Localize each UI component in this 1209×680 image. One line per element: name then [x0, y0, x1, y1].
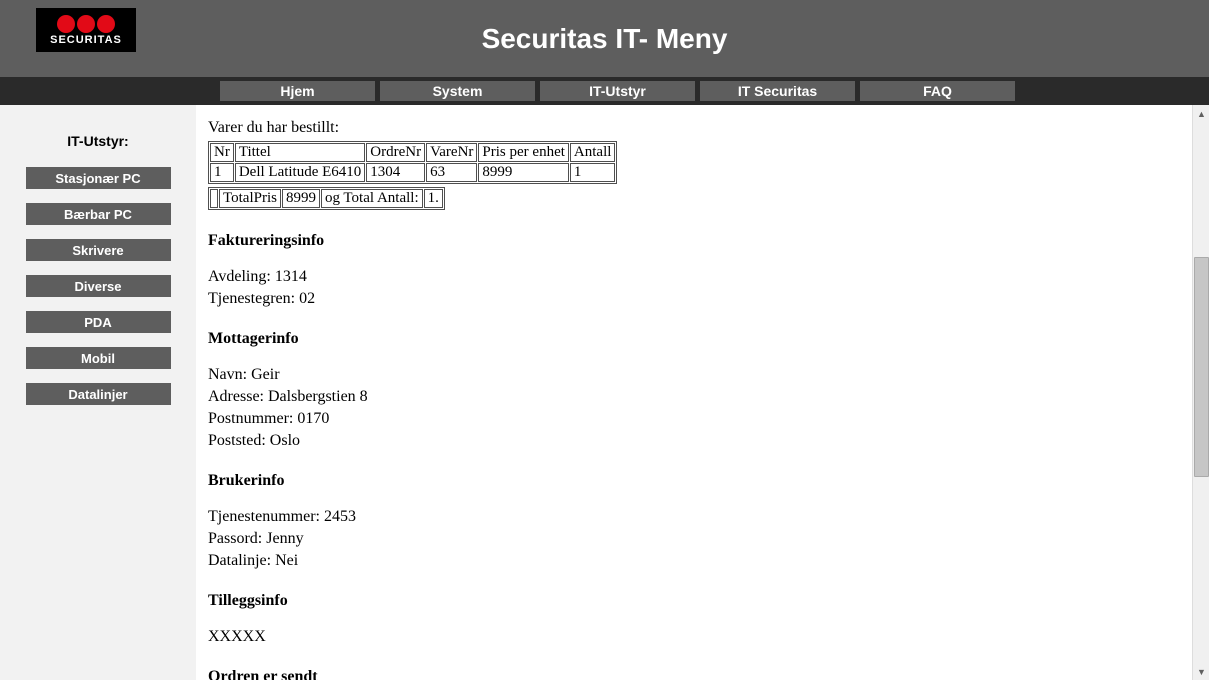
brukerinfo-heading: Brukerinfo — [208, 472, 1177, 490]
adresse-value: Dalsbergstien 8 — [268, 388, 368, 405]
th-tittel: Tittel — [235, 143, 365, 162]
th-varenr: VareNr — [426, 143, 477, 162]
table-row: 1 Dell Latitude E6410 1304 63 8999 1 — [210, 163, 615, 182]
td-totalpris-value: 8999 — [282, 189, 320, 208]
th-nr: Nr — [210, 143, 234, 162]
sidebar: IT-Utstyr: Stasjonær PC Bærbar PC Skrive… — [0, 105, 196, 680]
th-pris: Pris per enhet — [478, 143, 568, 162]
totals-table: TotalPris 8999 og Total Antall: 1. — [208, 187, 445, 210]
main-nav: Hjem System IT-Utstyr IT Securitas FAQ — [0, 77, 1209, 105]
postnummer-line: Postnummer: 0170 — [208, 410, 1177, 428]
nav-faq[interactable]: FAQ — [860, 81, 1015, 101]
td-blank — [210, 189, 218, 208]
logo-dots-icon — [57, 15, 115, 33]
tjenestenummer-line: Tjenestenummer: 2453 — [208, 508, 1177, 526]
nav-system[interactable]: System — [380, 81, 535, 101]
nav-it-securitas[interactable]: IT Securitas — [700, 81, 855, 101]
th-ordrenr: OrdreNr — [366, 143, 425, 162]
scroll-down-arrow-icon[interactable]: ▼ — [1193, 663, 1209, 680]
content-area: IT-Utstyr: Stasjonær PC Bærbar PC Skrive… — [0, 105, 1209, 680]
datalinje-label: Datalinje: — [208, 552, 271, 569]
sidebar-item-mobil[interactable]: Mobil — [26, 347, 171, 369]
poststed-line: Poststed: Oslo — [208, 432, 1177, 450]
datalinje-value: Nei — [275, 552, 298, 569]
table-header-row: Nr Tittel OrdreNr VareNr Pris per enhet … — [210, 143, 615, 162]
tjenestegren-value: 02 — [299, 290, 315, 307]
passord-line: Passord: Jenny — [208, 530, 1177, 548]
sidebar-title: IT-Utstyr: — [0, 133, 196, 149]
sidebar-item-baerbar-pc[interactable]: Bærbar PC — [26, 203, 171, 225]
mottagerinfo-heading: Mottagerinfo — [208, 330, 1177, 348]
tjenestenummer-value: 2453 — [324, 508, 356, 525]
logo-text: SECURITAS — [50, 34, 122, 46]
postnummer-label: Postnummer: — [208, 410, 293, 427]
app-title: Securitas IT- Meny — [0, 23, 1209, 55]
vertical-scrollbar[interactable]: ▲ ▼ — [1192, 105, 1209, 680]
sidebar-item-datalinjer[interactable]: Datalinjer — [26, 383, 171, 405]
td-totalpris-label: TotalPris — [219, 189, 281, 208]
top-banner: SECURITAS Securitas IT- Meny — [0, 0, 1209, 77]
table-row: TotalPris 8999 og Total Antall: 1. — [210, 189, 443, 208]
td-totalantall-value: 1. — [424, 189, 443, 208]
sidebar-item-skrivere[interactable]: Skrivere — [26, 239, 171, 261]
order-heading: Varer du har bestillt: — [208, 119, 1177, 137]
navn-value: Geir — [251, 366, 279, 383]
nav-it-utstyr[interactable]: IT-Utstyr — [540, 81, 695, 101]
td-totalantall-label: og Total Antall: — [321, 189, 423, 208]
scroll-thumb[interactable] — [1194, 257, 1209, 477]
td-pris: 8999 — [478, 163, 568, 182]
main-content: Varer du har bestillt: Nr Tittel OrdreNr… — [196, 105, 1209, 680]
tjenestenummer-label: Tjenestenummer: — [208, 508, 320, 525]
passord-value: Jenny — [266, 530, 303, 547]
adresse-label: Adresse: — [208, 388, 264, 405]
avdeling-value: 1314 — [275, 268, 307, 285]
td-tittel: Dell Latitude E6410 — [235, 163, 365, 182]
tjenestegren-line: Tjenestegren: 02 — [208, 290, 1177, 308]
postnummer-value: 0170 — [297, 410, 329, 427]
scroll-track[interactable] — [1193, 122, 1209, 663]
td-ordrenr: 1304 — [366, 163, 425, 182]
ordren-sendt-heading: Ordren er sendt — [208, 668, 1177, 680]
sidebar-item-pda[interactable]: PDA — [26, 311, 171, 333]
avdeling-label: Avdeling: — [208, 268, 271, 285]
td-antall: 1 — [570, 163, 616, 182]
faktureringsinfo-heading: Faktureringsinfo — [208, 232, 1177, 250]
td-nr: 1 — [210, 163, 234, 182]
securitas-logo: SECURITAS — [36, 8, 136, 52]
sidebar-item-diverse[interactable]: Diverse — [26, 275, 171, 297]
passord-label: Passord: — [208, 530, 262, 547]
adresse-line: Adresse: Dalsbergstien 8 — [208, 388, 1177, 406]
td-varenr: 63 — [426, 163, 477, 182]
tilleggsinfo-value: XXXXX — [208, 628, 1177, 646]
navn-line: Navn: Geir — [208, 366, 1177, 384]
poststed-value: Oslo — [270, 432, 300, 449]
nav-hjem[interactable]: Hjem — [220, 81, 375, 101]
order-table: Nr Tittel OrdreNr VareNr Pris per enhet … — [208, 141, 617, 184]
th-antall: Antall — [570, 143, 616, 162]
avdeling-line: Avdeling: 1314 — [208, 268, 1177, 286]
tilleggsinfo-heading: Tilleggsinfo — [208, 592, 1177, 610]
navn-label: Navn: — [208, 366, 247, 383]
datalinje-line: Datalinje: Nei — [208, 552, 1177, 570]
sidebar-item-stasjonaer-pc[interactable]: Stasjonær PC — [26, 167, 171, 189]
tjenestegren-label: Tjenestegren: — [208, 290, 295, 307]
poststed-label: Poststed: — [208, 432, 266, 449]
scroll-up-arrow-icon[interactable]: ▲ — [1193, 105, 1209, 122]
